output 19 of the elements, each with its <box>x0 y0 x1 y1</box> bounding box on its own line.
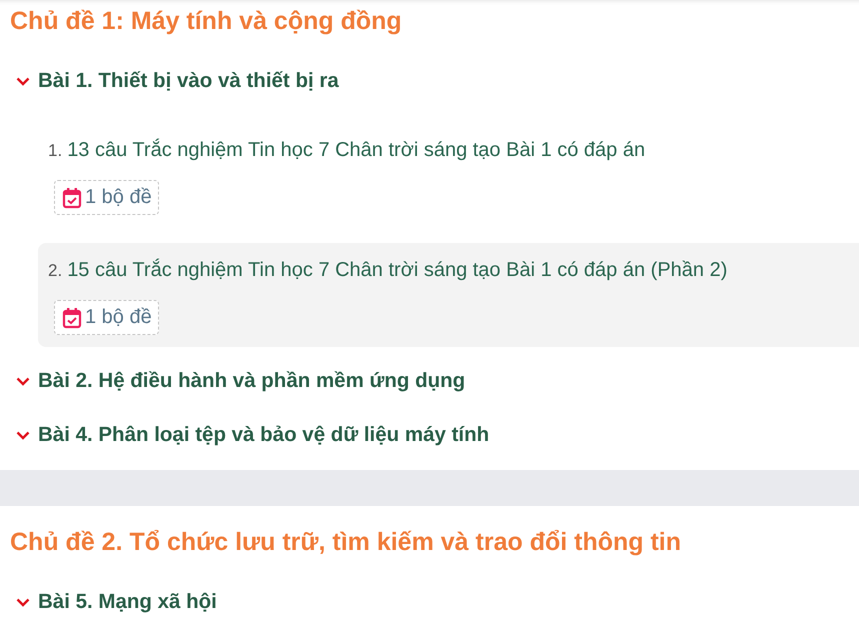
lesson-header[interactable]: Bài 5. Mạng xã hội <box>10 575 859 629</box>
lesson-header[interactable]: Bài 4. Phân loại tệp và bảo vệ dữ liệu máy tính <box>10 408 859 462</box>
calendar-check-icon <box>62 306 82 328</box>
badge-label: 1 bộ đề <box>85 306 152 329</box>
chevron-down-icon <box>16 376 30 386</box>
lesson-header[interactable]: Bài 1. Thiết bị vào và thiết bị ra <box>10 54 859 108</box>
calendar-check-icon <box>62 186 82 208</box>
list-number: 2. <box>48 260 62 282</box>
chevron-down-icon <box>16 598 30 606</box>
quiz-link[interactable]: 15 câu Trắc nghiệm Tin học 7 Chân trời sáng tạo Bài 1 có đáp án (Phần 2) <box>67 257 728 283</box>
quiz-item-highlight[interactable]: 2. 15 câu Trắc nghiệm Tin học 7 Chân trời sáng tạo Bài 1 có đáp án (Phần 2) 1 bộ đề <box>38 243 859 347</box>
section-title: Chủ đề 2. Tổ chức lưu trữ, tìm kiếm và trao đổi thông tin <box>10 527 682 558</box>
section-title: Chủ đề 1: Máy tính và cộng đồng <box>10 6 403 37</box>
list-number: 1. <box>48 140 62 162</box>
badge-label: 1 bộ đề <box>85 186 152 209</box>
chevron-down-icon <box>16 76 30 86</box>
quiz-link[interactable]: 13 câu Trắc nghiệm Tin học 7 Chân trời sáng tạo Bài 1 có đáp án <box>67 137 646 163</box>
lesson-header[interactable]: Bài 2. Hệ điều hành và phần mềm ứng dụng <box>10 354 859 408</box>
chevron-down-icon <box>16 430 30 440</box>
